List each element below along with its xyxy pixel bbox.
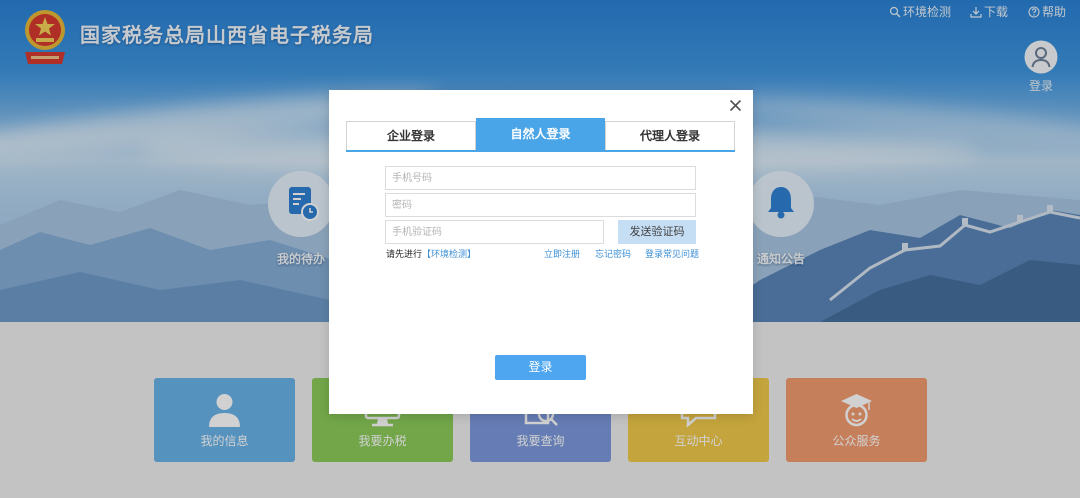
env-check-hint-text: 请先进行 [386, 249, 423, 259]
phone-input[interactable] [385, 166, 696, 190]
login-submit-button[interactable]: 登录 [495, 355, 586, 380]
sms-code-input[interactable] [385, 220, 604, 244]
send-code-button[interactable]: 发送验证码 [618, 220, 696, 244]
tab-enterprise-login[interactable]: 企业登录 [346, 121, 476, 151]
login-modal: 企业登录 自然人登录 代理人登录 发送验证码 请先进行【环境检测】 立即注册 忘… [329, 90, 753, 414]
close-icon[interactable] [729, 99, 742, 112]
env-check-hint: 请先进行【环境检测】 [386, 248, 476, 260]
env-check-link[interactable]: 【环境检测】 [422, 249, 476, 259]
register-link[interactable]: 立即注册 [544, 248, 580, 260]
tab-agent-login[interactable]: 代理人登录 [605, 121, 735, 151]
password-input[interactable] [385, 193, 696, 217]
login-faq-link[interactable]: 登录常见问题 [645, 248, 699, 260]
tab-natural-person-login[interactable]: 自然人登录 [476, 118, 605, 151]
tab-underline [346, 150, 735, 152]
forgot-password-link[interactable]: 忘记密码 [595, 248, 631, 260]
